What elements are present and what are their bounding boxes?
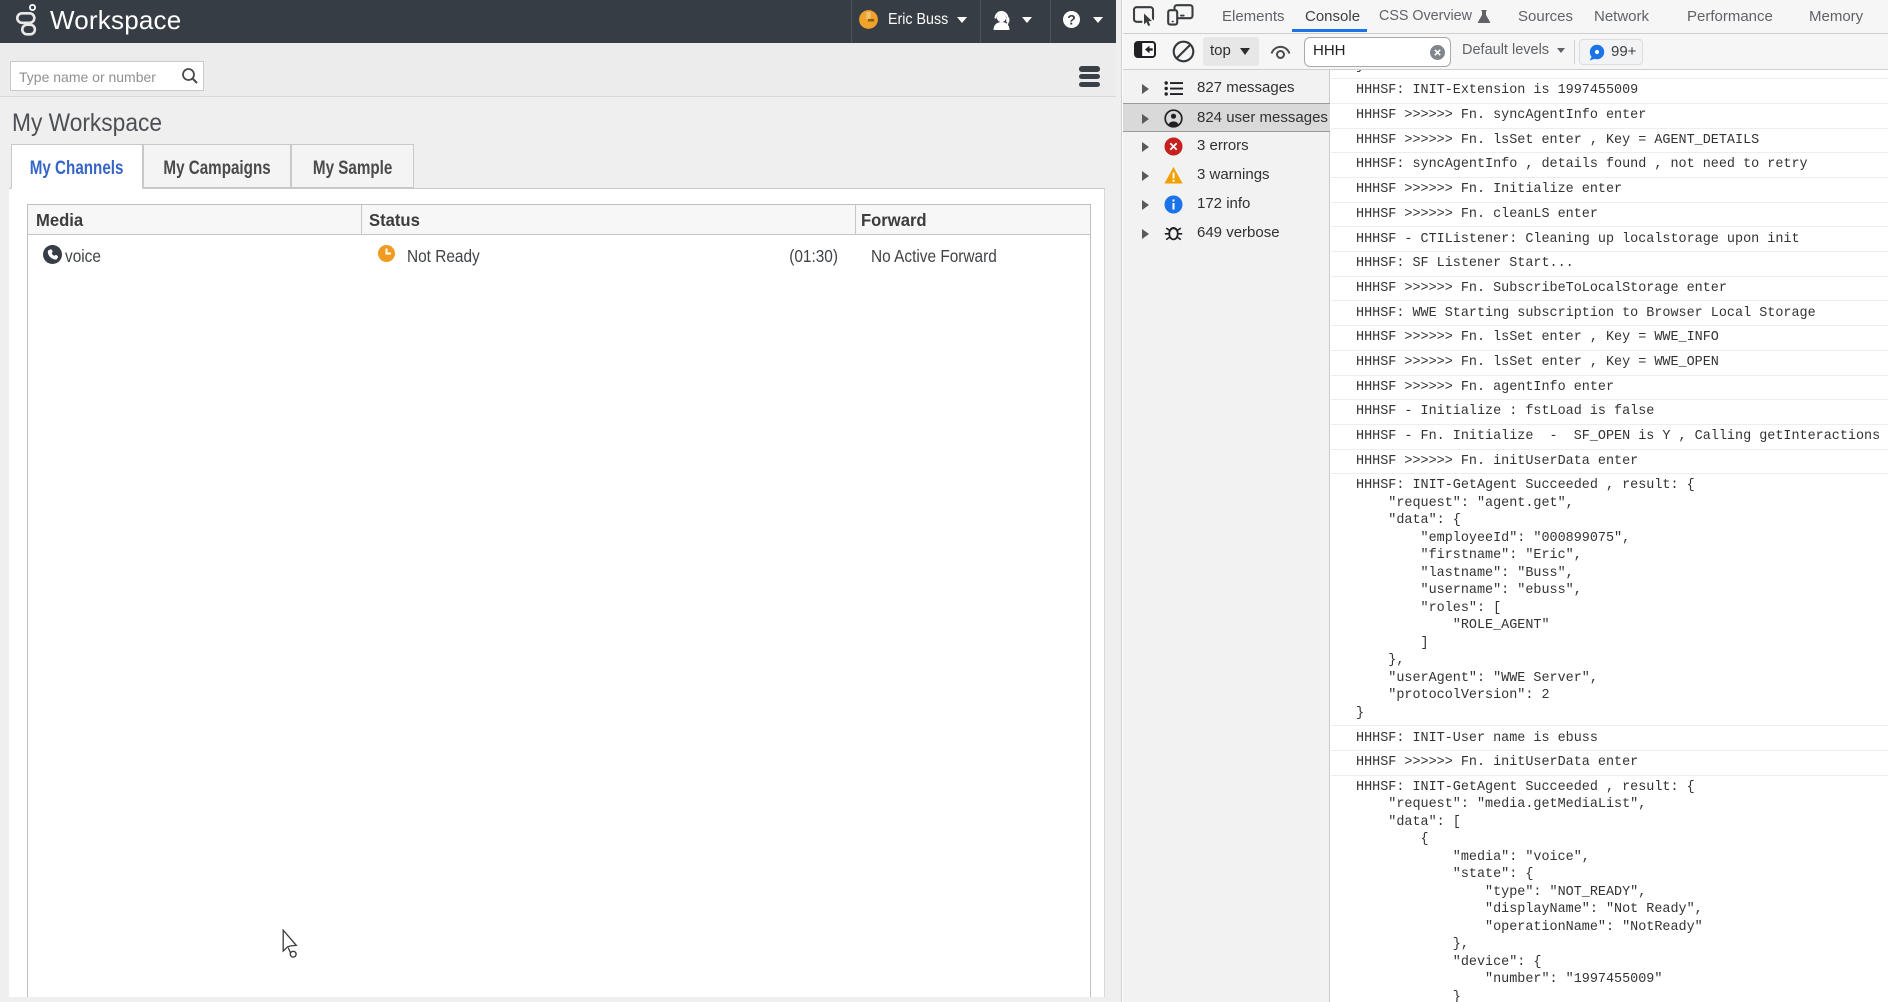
svg-text:?: ?	[1067, 12, 1076, 28]
